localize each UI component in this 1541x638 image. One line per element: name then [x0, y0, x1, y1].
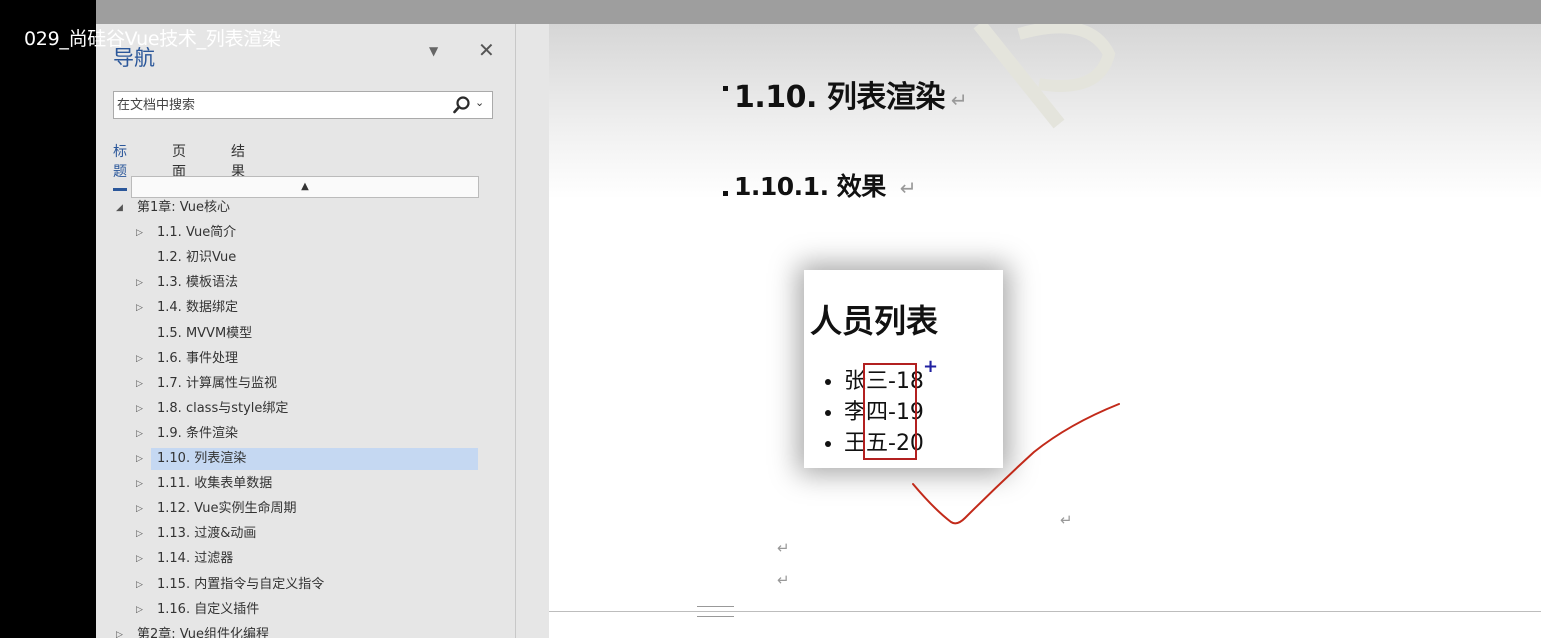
collapsed-arrow-icon[interactable]: ▷	[136, 448, 148, 470]
tree-item[interactable]: ▷ 1.13. 过渡&动画	[136, 523, 476, 545]
video-letterbox	[0, 0, 96, 638]
tree-item-label: 第1章: Vue核心	[137, 200, 231, 215]
collapsed-arrow-icon[interactable]: ▷	[136, 423, 148, 445]
tree-item-label: 1.12. Vue实例生命周期	[157, 501, 297, 516]
tree-item-label: 1.11. 收集表单数据	[157, 476, 273, 491]
tree-item[interactable]: ▷ 1.14. 过滤器	[136, 548, 476, 570]
tree-item[interactable]: ◢ 第1章: Vue核心	[116, 197, 476, 219]
collapsed-arrow-icon[interactable]: ▷	[136, 373, 148, 395]
tree-item[interactable]: ▷ 1.11. 收集表单数据	[136, 473, 476, 495]
collapsed-arrow-icon[interactable]: ▷	[136, 272, 148, 294]
collapsed-arrow-icon[interactable]: ▷	[136, 297, 148, 319]
tree-item-label: 1.6. 事件处理	[157, 351, 238, 366]
heading-marker	[723, 86, 728, 91]
page-break-icon	[697, 606, 734, 617]
tree-item[interactable]: ▷ 1.15. 内置指令与自定义指令	[136, 574, 476, 596]
paragraph-mark: ↵	[1060, 511, 1073, 529]
scroll-to-top-button[interactable]: ▲	[131, 176, 479, 198]
expanded-arrow-icon[interactable]: ◢	[116, 197, 128, 219]
tree-item-label: 1.4. 数据绑定	[157, 300, 238, 315]
collapsed-arrow-icon[interactable]: ▷	[136, 523, 148, 545]
collapsed-arrow-icon[interactable]: ▷	[136, 498, 148, 520]
tree-item-label: 第2章: Vue组件化编程	[137, 627, 270, 638]
tree-item-label: 1.13. 过渡&动画	[157, 526, 257, 541]
tree-item[interactable]: ▷ 1.7. 计算属性与监视	[136, 373, 476, 395]
watermark-logo	[973, 24, 1116, 129]
tree-item[interactable]: ▷ 第2章: Vue组件化编程	[116, 624, 476, 638]
tree-item-label: 1.15. 内置指令与自定义指令	[157, 577, 325, 592]
window-top-bar	[96, 0, 1541, 24]
tree-item[interactable]: ▷ 1.3. 模板语法	[136, 272, 476, 294]
collapsed-arrow-icon[interactable]: ▷	[136, 473, 148, 495]
collapsed-arrow-icon[interactable]: ▷	[136, 398, 148, 420]
paragraph-mark: ↵	[777, 571, 790, 589]
collapsed-arrow-icon[interactable]: ▷	[136, 599, 148, 621]
heading-1[interactable]: 1.10. 列表渲染 ↵	[734, 72, 968, 116]
search-icon[interactable]	[452, 95, 472, 115]
crosshair-cursor-icon: +	[923, 356, 939, 377]
tree-item[interactable]: ▷ 1.9. 条件渲染	[136, 423, 476, 445]
tree-item-label: 1.10. 列表渲染	[157, 451, 247, 466]
tab-headings[interactable]: 标题	[113, 141, 127, 191]
paragraph-mark: ↵	[950, 88, 968, 112]
collapsed-arrow-icon[interactable]: ▷	[136, 348, 148, 370]
collapsed-arrow-icon[interactable]: ▷	[136, 574, 148, 596]
search-options-chevron-icon[interactable]: ⌄	[475, 96, 484, 109]
tree-item-label: 1.2. 初识Vue	[157, 250, 237, 265]
tree-item[interactable]: ▷ 1.1. Vue简介	[136, 222, 476, 244]
collapsed-arrow-icon[interactable]: ▷	[116, 624, 128, 638]
tree-item[interactable]: 1.5. MVVM模型	[136, 323, 476, 345]
tree-item[interactable]: ▷ 1.6. 事件处理	[136, 348, 476, 370]
demo-title: 人员列表	[810, 302, 939, 340]
screen: 029_尚硅谷Vue技术_列表渲染 导航 ▼ ✕ ⌄ 标题 页面 结果 ▲ ◢第…	[0, 0, 1541, 638]
navigation-pane: 导航 ▼ ✕ ⌄ 标题 页面 结果 ▲ ◢第1章: Vue核心▷1.1. Vue…	[96, 24, 516, 638]
video-title: 029_尚硅谷Vue技术_列表渲染	[24, 28, 281, 50]
tree-item[interactable]: ▷ 1.8. class与style绑定	[136, 398, 476, 420]
tree-item-label: 1.9. 条件渲染	[157, 426, 238, 441]
search-input[interactable]	[114, 92, 444, 118]
heading-2[interactable]: 1.10.1. 效果 ↵	[734, 167, 917, 203]
close-icon[interactable]: ✕	[478, 38, 495, 62]
search-box[interactable]: ⌄	[113, 91, 493, 119]
tree-item[interactable]: ▷ 1.12. Vue实例生命周期	[136, 498, 476, 520]
tree-item-label: 1.3. 模板语法	[157, 275, 238, 290]
paragraph-mark: ↵	[777, 539, 790, 557]
tree-item-label: 1.7. 计算属性与监视	[157, 376, 277, 391]
tree-item[interactable]: ▷ 1.10. 列表渲染	[136, 448, 478, 470]
tree-item-label: 1.14. 过滤器	[157, 551, 234, 566]
paragraph-mark: ↵	[899, 176, 917, 200]
tree-item[interactable]: ▷ 1.16. 自定义插件	[136, 599, 476, 621]
tree-item-label: 1.16. 自定义插件	[157, 602, 260, 617]
tree-item-label: 1.1. Vue简介	[157, 225, 237, 240]
chevron-down-icon[interactable]: ▼	[429, 44, 438, 58]
heading-marker	[723, 191, 728, 196]
collapsed-arrow-icon[interactable]: ▷	[136, 548, 148, 570]
scroll-up-icon: ▲	[301, 181, 309, 192]
tree-item-label: 1.5. MVVM模型	[157, 326, 253, 341]
tree-item-label: 1.8. class与style绑定	[157, 401, 289, 416]
tree-item[interactable]: 1.2. 初识Vue	[136, 247, 476, 269]
annotation-checkmark	[912, 403, 1120, 525]
tree-item[interactable]: ▷ 1.4. 数据绑定	[136, 297, 476, 319]
document-margin-strip	[516, 24, 549, 638]
document-page: 1.10. 列表渲染↵ 1.10.1. 效果↵ 人员列表 张三-18 李四-19…	[549, 24, 1541, 638]
collapsed-arrow-icon[interactable]: ▷	[136, 222, 148, 244]
